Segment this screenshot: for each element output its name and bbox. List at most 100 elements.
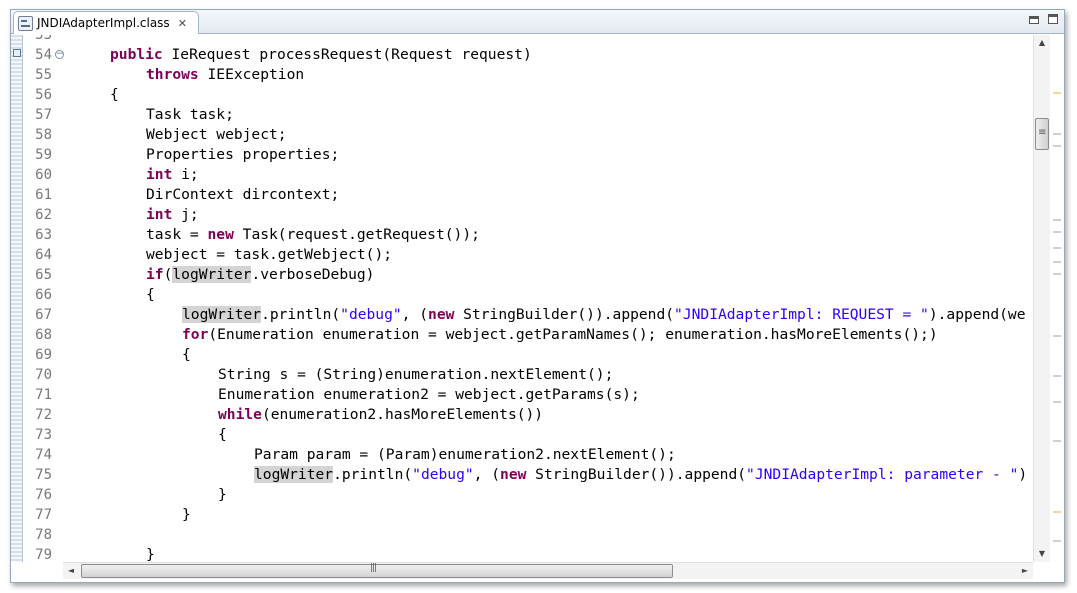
editor-tab-bar: JNDIAdapterImpl.class ✕ (11, 10, 1064, 34)
code-line[interactable]: } (218, 485, 227, 505)
scroll-left-icon[interactable]: ◄ (63, 563, 79, 579)
code-line[interactable]: int i; (146, 165, 199, 185)
overview-warning-mark[interactable] (1053, 511, 1061, 513)
code-text: , ( (473, 466, 501, 483)
code-text: DirContext dircontext; (146, 186, 340, 203)
class-file-icon (18, 15, 33, 31)
code-line[interactable]: Param param = (Param)enumeration2.nextEl… (254, 445, 676, 465)
code-string: "JNDIAdapterImpl: parameter - " (746, 466, 1019, 483)
code-keyword: new (207, 226, 234, 243)
line-number: 62 (35, 207, 52, 223)
horizontal-scrollbar[interactable]: ◄ ► (63, 562, 1033, 579)
code-keyword: int (146, 166, 173, 183)
code-text-area[interactable]: public IeRequest processRequest(Request … (63, 35, 1032, 562)
line-number: 78 (35, 527, 52, 543)
overview-mark[interactable] (1053, 247, 1061, 249)
code-line[interactable]: task = new Task(request.getRequest()); (146, 225, 480, 245)
code-text: i; (172, 166, 199, 183)
line-number: 58 (35, 127, 52, 143)
code-line[interactable]: } (182, 505, 191, 525)
line-number: 69 (35, 347, 52, 363)
code-line[interactable]: public IeRequest processRequest(Request … (110, 45, 532, 65)
code-text: Enumeration enumeration2 = webject.getPa… (218, 386, 640, 403)
overview-ruler[interactable] (1050, 35, 1064, 562)
line-number: 53 (35, 35, 52, 43)
line-number: 65 (35, 267, 52, 283)
overview-warning-mark[interactable] (1053, 92, 1061, 94)
code-line[interactable]: Enumeration enumeration2 = webject.getPa… (218, 385, 640, 405)
minimize-icon[interactable] (1029, 16, 1039, 24)
line-number: 72 (35, 407, 52, 423)
annotation-ruler (11, 35, 23, 562)
code-keyword: public (110, 46, 163, 63)
code-text: ).append(we (928, 306, 1026, 323)
code-text: Webject webject; (146, 126, 287, 143)
overview-mark[interactable] (1053, 540, 1061, 542)
overview-mark[interactable] (1053, 273, 1061, 275)
line-number: 56 (35, 87, 52, 103)
code-line[interactable]: DirContext dircontext; (146, 185, 339, 205)
code-line[interactable]: logWriter.println("debug", (new StringBu… (254, 465, 1027, 485)
scroll-right-icon[interactable]: ► (1017, 563, 1033, 579)
code-keyword: while (218, 406, 262, 423)
scroll-down-icon[interactable]: ▼ (1034, 546, 1050, 562)
close-icon[interactable]: ✕ (178, 17, 187, 30)
code-keyword: new (500, 466, 527, 483)
code-text: StringBuilder()).append( (454, 306, 675, 323)
vertical-scroll-thumb[interactable] (1035, 118, 1049, 150)
overview-mark[interactable] (1053, 261, 1061, 263)
overview-mark[interactable] (1053, 401, 1061, 403)
code-text: IEException (198, 66, 305, 83)
code-line[interactable]: { (110, 85, 119, 105)
line-number: 66 (35, 287, 52, 303)
horizontal-scroll-thumb[interactable] (81, 563, 673, 578)
code-line[interactable]: logWriter.println("debug", (new StringBu… (182, 305, 1026, 325)
line-number: 75 (35, 467, 52, 483)
code-text: Param param = (Param)enumeration2.nextEl… (254, 446, 676, 463)
overview-mark[interactable] (1053, 231, 1061, 233)
line-number: 54 (35, 47, 52, 63)
code-line[interactable]: String s = (String)enumeration.nextEleme… (218, 365, 613, 385)
vertical-scrollbar[interactable]: ▲ ▼ (1033, 35, 1050, 562)
line-number: 73 (35, 427, 52, 443)
code-occurrence-highlight: logWriter (182, 306, 262, 323)
overview-mark[interactable] (1053, 145, 1061, 147)
code-line[interactable]: Task task; (146, 105, 234, 125)
overview-mark[interactable] (1053, 335, 1061, 337)
code-line[interactable]: webject = task.getWebject(); (146, 245, 392, 265)
code-line[interactable]: { (182, 345, 191, 365)
code-editor[interactable]: 53 54−55 56 57 58 59 60 61 62 63 64 65 66 67 68 69 70 71 7… (11, 35, 1032, 562)
line-number: 61 (35, 187, 52, 203)
code-text: } (182, 506, 191, 523)
code-text: ) (1018, 466, 1028, 483)
code-occurrence-highlight: logWriter (172, 266, 252, 283)
code-line[interactable]: while(enumeration2.hasMoreElements()) (218, 405, 543, 425)
code-line[interactable]: Webject webject; (146, 125, 287, 145)
line-number: 71 (35, 387, 52, 403)
code-line[interactable]: throws IEException (146, 65, 304, 85)
overview-mark[interactable] (1053, 375, 1061, 377)
code-line[interactable]: { (218, 425, 227, 445)
line-number: 77 (35, 507, 52, 523)
overview-mark[interactable] (1053, 440, 1061, 442)
line-number: 60 (35, 167, 52, 183)
overview-mark[interactable] (1053, 219, 1061, 221)
scroll-up-icon[interactable]: ▲ (1034, 35, 1050, 51)
code-text: Task task; (146, 106, 234, 123)
maximize-icon[interactable] (1048, 14, 1058, 24)
code-line[interactable]: Properties properties; (146, 145, 339, 165)
tab-jndiadapterimpl-class[interactable]: JNDIAdapterImpl.class ✕ (13, 11, 199, 34)
collapse-marker-icon[interactable] (13, 49, 21, 57)
code-line[interactable]: } (146, 545, 155, 562)
line-number-gutter: 53 54−55 56 57 58 59 60 61 62 63 64 65 66 67 68 69 70 71 7… (24, 35, 64, 562)
line-number: 79 (35, 547, 52, 562)
code-line[interactable]: for(Enumeration enumeration = webject.ge… (182, 325, 938, 345)
code-text: j; (172, 206, 199, 223)
line-number: 68 (35, 327, 52, 343)
code-line[interactable]: int j; (146, 205, 199, 225)
code-keyword: if (146, 266, 164, 283)
code-line[interactable]: { (146, 285, 155, 305)
code-line[interactable]: if(logWriter.verboseDebug) (146, 265, 374, 285)
overview-mark[interactable] (1053, 133, 1061, 135)
code-occurrence-highlight: logWriter (254, 466, 334, 483)
